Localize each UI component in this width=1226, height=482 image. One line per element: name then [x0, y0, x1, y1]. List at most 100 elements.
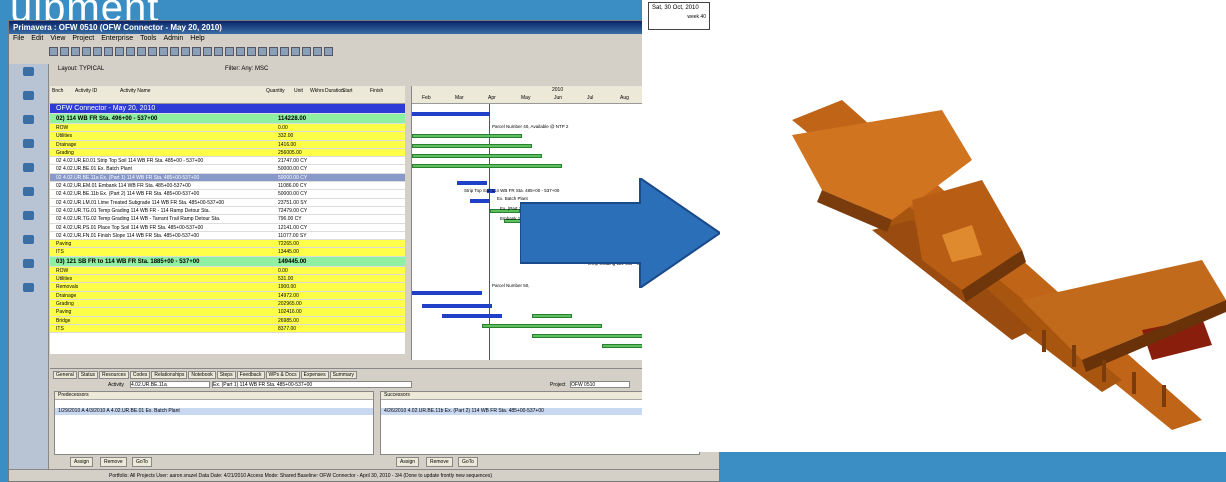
toolbar-button[interactable]	[93, 46, 102, 56]
gantt-bar[interactable]	[470, 199, 490, 203]
menu-help[interactable]: Help	[190, 34, 204, 44]
table-row[interactable]: 02 4.02.UR.BE.11a Ex. (Part 1) 114 WB FR…	[50, 173, 405, 183]
column-header[interactable]: Activity Name	[120, 88, 151, 94]
nav-item[interactable]	[9, 256, 48, 280]
toolbar-button[interactable]	[71, 46, 80, 56]
table-row[interactable]: Paving 72265.00	[50, 240, 405, 249]
gantt-bar[interactable]	[412, 134, 522, 138]
tab-resources[interactable]: Resources	[98, 371, 129, 379]
toolbar-button[interactable]	[126, 46, 135, 56]
gantt-bar[interactable]	[412, 154, 542, 158]
tab-notebook[interactable]: Notebook	[188, 371, 216, 379]
table-row[interactable]: 02 4.02.UR.E0.01 Strip Top Soil 114 WB F…	[50, 157, 405, 166]
tab-codes[interactable]: Codes	[129, 371, 151, 379]
column-header[interactable]: Quantity	[266, 88, 285, 94]
3d-model-view[interactable]	[642, 0, 1226, 452]
column-header[interactable]: Unit	[294, 88, 303, 94]
toolbar-button[interactable]	[324, 46, 333, 56]
toolbar-button[interactable]	[247, 46, 256, 56]
nav-item[interactable]	[9, 232, 48, 256]
tab-feedback[interactable]: Feedback	[236, 371, 265, 379]
table-row[interactable]: Utilities 332.00	[50, 132, 405, 141]
table-row[interactable]: Grading 256005.00	[50, 148, 405, 158]
pred-remove-button[interactable]: Remove	[100, 457, 127, 467]
toolbar-button[interactable]	[258, 46, 267, 56]
toolbar-button[interactable]	[137, 46, 146, 56]
tab-steps[interactable]: Steps	[216, 371, 236, 379]
project-field[interactable]: OFW 0510	[570, 381, 630, 388]
activity-name-field[interactable]: Ex. (Part 1) 114 WB FR Sta. 485+00-537+0…	[212, 381, 412, 388]
menu-enterprise[interactable]: Enterprise	[101, 34, 133, 44]
toolbar-button[interactable]	[313, 46, 322, 56]
toolbar-button[interactable]	[82, 46, 91, 56]
menu-view[interactable]: View	[50, 34, 65, 44]
column-header[interactable]: Activity ID	[75, 88, 97, 94]
table-row[interactable]: 02 4.02.UR.EM.01 Embank 114 WB FR Sta. 4…	[50, 182, 405, 191]
column-header[interactable]: Wkhrs	[310, 88, 324, 94]
toolbar-button[interactable]	[214, 46, 223, 56]
table-row[interactable]: Utilities 531.00	[50, 275, 405, 284]
toolbar-button[interactable]	[280, 46, 289, 56]
table-row[interactable]: 02 4.02.UR.TG.01 Temp Grading 114 WB FR …	[50, 207, 405, 216]
toolbar-button[interactable]	[115, 46, 124, 56]
gantt-bar[interactable]	[422, 304, 492, 308]
toolbar-button[interactable]	[49, 46, 58, 56]
table-row[interactable]: Bridge 26985.00	[50, 316, 405, 325]
gantt-bar[interactable]	[412, 144, 532, 148]
table-row[interactable]: 02 4.02.UR.TG.02 Temp Grading 114 WB - T…	[50, 215, 405, 224]
table-row[interactable]: 03) 121 SB FR to 114 WB FR Sta. 1885+00 …	[50, 256, 405, 267]
nav-item[interactable]	[9, 136, 48, 160]
succ-goto-button[interactable]: GoTo	[458, 457, 478, 467]
menu-tools[interactable]: Tools	[140, 34, 156, 44]
table-row[interactable]: 02 4.02.UR.BE.11b Ex. (Part 2) 114 WB FR…	[50, 190, 405, 199]
succ-assign-button[interactable]: Assign	[396, 457, 420, 467]
nav-item[interactable]	[9, 112, 48, 136]
gantt-bar[interactable]	[457, 181, 487, 185]
gantt-bar[interactable]	[482, 324, 602, 328]
gantt-bar[interactable]	[532, 334, 652, 338]
table-row[interactable]: Drainage 1416.00	[50, 140, 405, 149]
gantt-bar[interactable]	[412, 112, 490, 116]
toolbar-button[interactable]	[291, 46, 300, 56]
pred-assign-button[interactable]: Assign	[70, 457, 94, 467]
table-row[interactable]: 02 4.02.UR.PS.01 Place Top Soil 114 WB F…	[50, 224, 405, 232]
toolbar-button[interactable]	[181, 46, 190, 56]
toolbar-button[interactable]	[203, 46, 212, 56]
pred-goto-button[interactable]: GoTo	[132, 457, 152, 467]
column-header[interactable]: Finish	[370, 88, 383, 94]
tab-general[interactable]: General	[53, 371, 77, 379]
nav-item[interactable]	[9, 160, 48, 184]
tab-wps-docs[interactable]: WPs & Docs	[265, 371, 300, 379]
tab-relationships[interactable]: Relationships	[151, 371, 188, 379]
table-row[interactable]: 02 4.02.UR.FN.01 Finish Slope 114 WB FR …	[50, 232, 405, 241]
table-row[interactable]: ROW 0.00	[50, 124, 405, 133]
toolbar-button[interactable]	[170, 46, 179, 56]
toolbar-button[interactable]	[60, 46, 69, 56]
nav-item[interactable]	[9, 280, 48, 304]
table-row[interactable]: 02 4.02.UR.LM.01 Lime Treated Subgrade 1…	[50, 199, 405, 207]
table-row[interactable]: ITS 8377.00	[50, 324, 405, 334]
succ-remove-button[interactable]: Remove	[426, 457, 453, 467]
column-header[interactable]: Bnch	[52, 88, 63, 94]
menu-admin[interactable]: Admin	[163, 34, 183, 44]
column-header[interactable]: Start	[342, 88, 353, 94]
menu-edit[interactable]: Edit	[31, 34, 43, 44]
table-row[interactable]: Removals 1900.00	[50, 283, 405, 292]
toolbar-button[interactable]	[159, 46, 168, 56]
tab-status[interactable]: Status	[77, 371, 98, 379]
toolbar-button[interactable]	[225, 46, 234, 56]
table-row[interactable]: 02 4.02.UR.BE.01 Ex. Batch Plant 50000.00…	[50, 165, 405, 174]
menu-file[interactable]: File	[13, 34, 24, 44]
table-row[interactable]: Drainage 14972.00	[50, 291, 405, 300]
tab-expenses[interactable]: Expenses	[300, 371, 329, 379]
activity-id-field[interactable]: 4.02.UR.BE.11a	[130, 381, 210, 388]
toolbar-button[interactable]	[236, 46, 245, 56]
table-row[interactable]: OFW Connector - May 20, 2010	[50, 104, 405, 114]
gantt-bar[interactable]	[412, 291, 482, 295]
layout-label[interactable]: Layout: TYPICAL	[58, 66, 104, 72]
nav-item[interactable]	[9, 208, 48, 232]
gantt-bar[interactable]	[442, 314, 502, 318]
toolbar-button[interactable]	[302, 46, 311, 56]
toolbar-button[interactable]	[192, 46, 201, 56]
filter-label[interactable]: Filter: Any: MSC	[225, 66, 268, 72]
